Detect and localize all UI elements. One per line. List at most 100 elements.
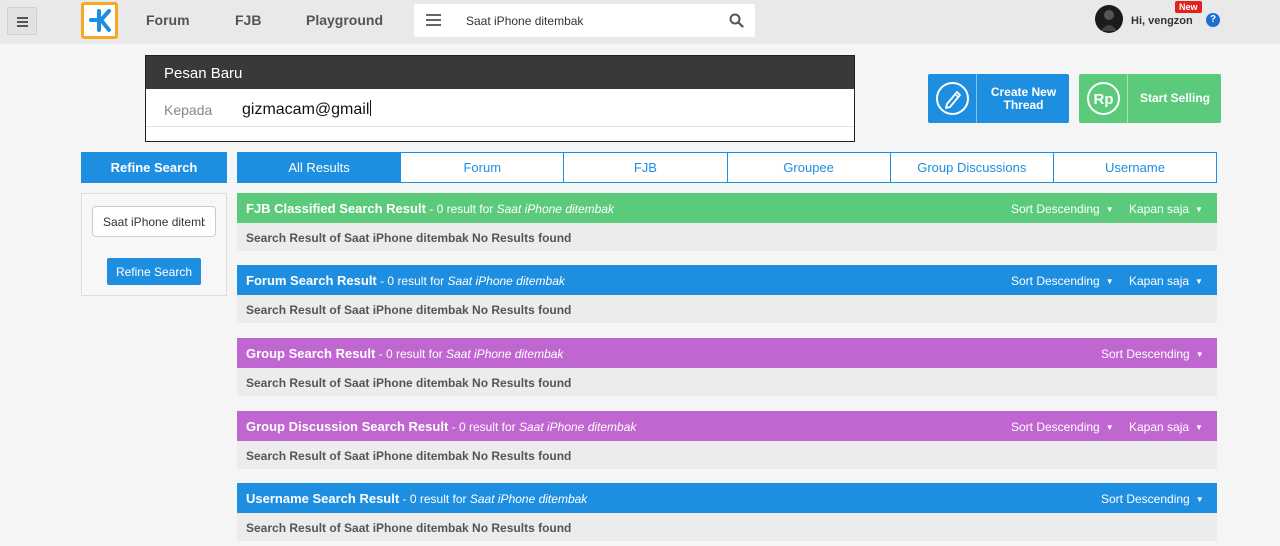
top-navbar: Forum FJB Playground Hi, vengzon New ?: [0, 0, 1280, 44]
section-title-text: Group Discussion Search Result: [246, 419, 449, 434]
recipient-value: gizmacam@gmail: [242, 101, 370, 118]
chevron-down-icon: ▼: [1105, 277, 1114, 286]
fjb-result-section: FJB Classified Search Result - 0 result …: [237, 193, 1217, 251]
nav-playground[interactable]: Playground: [306, 12, 383, 28]
chevron-down-icon: ▼: [1105, 205, 1114, 214]
result-count: - 0 result for: [376, 274, 448, 288]
new-message-popup: Pesan Baru Kepada gizmacam@gmail: [145, 55, 855, 142]
tab-username[interactable]: Username: [1052, 153, 1216, 182]
section-title: Group Discussion Search Result - 0 resul…: [246, 419, 636, 434]
section-title-text: Group Search Result: [246, 346, 376, 361]
sort-dropdown[interactable]: Sort Descending ▼: [1011, 274, 1114, 288]
tab-groupee[interactable]: Groupee: [726, 153, 890, 182]
nav-forum[interactable]: Forum: [146, 12, 190, 28]
time-filter-dropdown[interactable]: Kapan saja ▼: [1129, 420, 1203, 434]
time-filter-label: Kapan saja: [1129, 202, 1190, 216]
section-header: Group Discussion Search Result - 0 resul…: [237, 411, 1217, 441]
section-title: Forum Search Result - 0 result for Saat …: [246, 273, 565, 288]
time-filter-dropdown[interactable]: Kapan saja ▼: [1129, 202, 1203, 216]
query-text: Saat iPhone ditembak: [518, 420, 637, 434]
chevron-down-icon: ▼: [1195, 423, 1203, 432]
message-title: Pesan Baru: [146, 56, 854, 89]
create-thread-label: Create New Thread: [990, 84, 1057, 112]
query-text: Saat iPhone ditembak: [469, 492, 588, 506]
chevron-down-icon: ▼: [1195, 350, 1204, 359]
sort-label: Sort Descending: [1011, 202, 1100, 216]
section-header: Group Search Result - 0 result for Saat …: [237, 338, 1217, 368]
section-title: Username Search Result - 0 result for Sa…: [246, 491, 587, 506]
result-count: - 0 result for: [375, 347, 446, 361]
section-header: Forum Search Result - 0 result for Saat …: [237, 265, 1217, 295]
sort-dropdown[interactable]: Sort Descending ▼: [1011, 420, 1114, 434]
refine-search-button[interactable]: Refine Search: [107, 258, 201, 285]
section-header: Username Search Result - 0 result for Sa…: [237, 483, 1217, 513]
sort-dropdown[interactable]: Sort Descending ▼: [1101, 492, 1204, 506]
tab-all-results[interactable]: All Results: [238, 153, 401, 182]
kaskus-logo[interactable]: [81, 2, 118, 39]
help-icon[interactable]: ?: [1206, 13, 1220, 27]
time-filter-label: Kapan saja: [1129, 274, 1190, 288]
section-body: Search Result of Saat iPhone ditembak No…: [237, 223, 1217, 251]
section-body: Search Result of Saat iPhone ditembak No…: [237, 441, 1217, 469]
sort-dropdown[interactable]: Sort Descending ▼: [1011, 202, 1114, 216]
user-avatar-image: [1101, 10, 1117, 31]
recipient-input[interactable]: gizmacam@gmail: [242, 100, 372, 119]
section-body: Search Result of Saat iPhone ditembak No…: [237, 513, 1217, 541]
create-thread-icon-area: [928, 74, 977, 123]
section-body: Search Result of Saat iPhone ditembak No…: [237, 295, 1217, 323]
user-greeting[interactable]: Hi, vengzon: [1131, 15, 1193, 27]
refine-search-input[interactable]: [92, 206, 216, 237]
result-count: - 0 result for: [425, 202, 497, 216]
tab-forum[interactable]: Forum: [400, 153, 563, 182]
group-discussion-result-section: Group Discussion Search Result - 0 resul…: [237, 411, 1217, 469]
search-icon[interactable]: [729, 13, 744, 28]
pencil-icon: [936, 82, 969, 115]
section-title: FJB Classified Search Result - 0 result …: [246, 201, 614, 216]
search-bar: [414, 4, 755, 37]
avatar[interactable]: [1095, 5, 1123, 33]
rupiah-icon: Rp: [1087, 82, 1120, 115]
sort-label: Sort Descending: [1011, 274, 1100, 288]
chevron-down-icon: ▼: [1195, 277, 1203, 286]
result-count: - 0 result for: [399, 492, 470, 506]
nav-fjb[interactable]: FJB: [235, 12, 261, 28]
sort-label: Sort Descending: [1101, 347, 1190, 361]
refine-search-panel: Refine Search: [81, 193, 227, 296]
recipient-label: Kepada: [164, 102, 213, 118]
chevron-down-icon: ▼: [1195, 205, 1203, 214]
section-title-text: Username Search Result: [246, 491, 400, 506]
time-filter-dropdown[interactable]: Kapan saja ▼: [1129, 274, 1203, 288]
sort-dropdown[interactable]: Sort Descending ▼: [1101, 347, 1204, 361]
sort-label: Sort Descending: [1011, 420, 1100, 434]
tab-group-discussions[interactable]: Group Discussions: [889, 153, 1053, 182]
refine-search-heading: Refine Search: [81, 152, 227, 183]
section-body: Search Result of Saat iPhone ditembak No…: [237, 368, 1217, 396]
sort-label: Sort Descending: [1101, 492, 1190, 506]
query-text: Saat iPhone ditembak: [496, 202, 615, 216]
result-count: - 0 result for: [448, 420, 519, 434]
tab-fjb[interactable]: FJB: [563, 153, 726, 182]
query-text: Saat iPhone ditembak: [446, 347, 564, 361]
text-cursor: [370, 100, 372, 116]
group-result-section: Group Search Result - 0 result for Saat …: [237, 338, 1217, 396]
section-title-text: Forum Search Result: [246, 273, 377, 288]
svg-text:Rp: Rp: [1094, 91, 1114, 108]
section-title: Group Search Result - 0 result for Saat …: [246, 346, 563, 361]
main-menu-button[interactable]: [7, 7, 37, 35]
section-title-text: FJB Classified Search Result: [246, 201, 426, 216]
kaskus-k-icon: [89, 9, 111, 32]
search-input[interactable]: [466, 12, 716, 30]
chevron-down-icon: ▼: [1105, 423, 1114, 432]
query-text: Saat iPhone ditembak: [447, 274, 565, 288]
create-thread-button[interactable]: Create New Thread: [928, 74, 1069, 123]
time-filter-label: Kapan saja: [1129, 420, 1190, 434]
recipient-row: Kepada gizmacam@gmail: [146, 90, 854, 127]
section-header: FJB Classified Search Result - 0 result …: [237, 193, 1217, 223]
result-tabs: All Results Forum FJB Groupee Group Disc…: [237, 152, 1217, 183]
new-badge: New: [1175, 1, 1202, 13]
start-selling-button[interactable]: Rp Start Selling: [1079, 74, 1221, 123]
username-result-section: Username Search Result - 0 result for Sa…: [237, 483, 1217, 541]
search-category-menu-icon[interactable]: [426, 14, 442, 26]
start-selling-label: Start Selling: [1139, 91, 1210, 105]
forum-result-section: Forum Search Result - 0 result for Saat …: [237, 265, 1217, 323]
